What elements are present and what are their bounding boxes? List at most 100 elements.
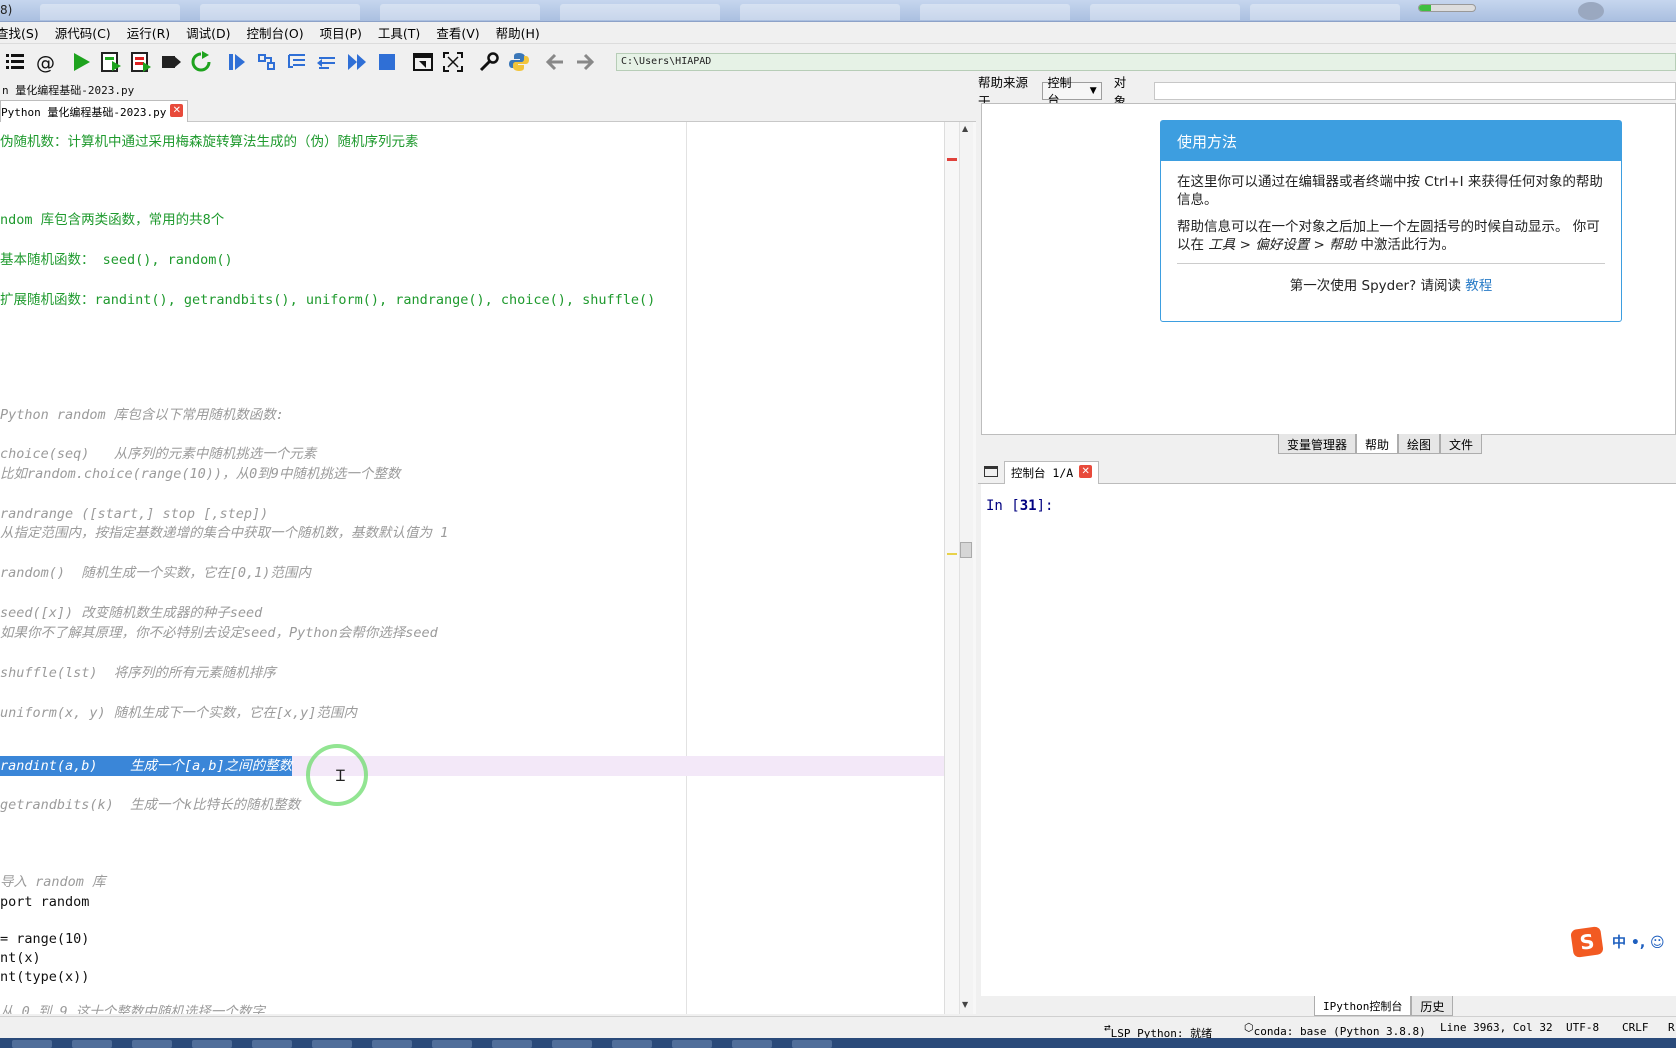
scrollbar-thumb[interactable] [960, 542, 972, 558]
code-line[interactable]: 扩展随机函数：randint(), getrandbits(), uniform… [0, 290, 655, 310]
tab-files[interactable]: 文件 [1440, 434, 1483, 454]
menu-source[interactable]: 源代码(C) [55, 23, 119, 42]
tutorial-link[interactable]: 教程 [1465, 278, 1492, 294]
console-pane-tab-bar: IPython控制台 历史 [1314, 996, 1454, 1016]
browser-tab[interactable] [1090, 4, 1240, 20]
rerun-icon[interactable] [186, 47, 216, 77]
code-line[interactable]: nt(type(x)) [0, 967, 89, 987]
help-pane: 使用方法 在这里你可以通过在编辑器或者终端中按 Ctrl+I 来获得任何对象的帮… [981, 103, 1676, 435]
tab-variable-explorer[interactable]: 变量管理器 [1278, 434, 1357, 454]
text-cursor-icon: Ɪ [336, 766, 345, 785]
maximize-pane-icon[interactable] [408, 47, 438, 77]
editor-tab[interactable]: Python 量化编程基础-2023.py ✕ [0, 100, 189, 122]
code-line[interactable]: ndom 库包含两类函数，常用的共8个 [0, 210, 224, 230]
code-line[interactable]: getrandbits(k) 生成一个k比特长的随机整数 [0, 795, 300, 815]
browser-tab[interactable] [200, 4, 360, 20]
browser-tab[interactable] [1250, 4, 1400, 20]
forward-arrow-icon[interactable] [570, 47, 600, 77]
profile-icon[interactable] [1578, 2, 1604, 20]
menu-project[interactable]: 项目(P) [320, 23, 370, 42]
run-cell-advance-icon[interactable] [126, 47, 156, 77]
browser-tab[interactable] [920, 4, 1070, 20]
help-source-select[interactable]: 控制台 ▼ [1042, 76, 1102, 107]
status-extra: R [1668, 1021, 1675, 1034]
usage-card: 使用方法 在这里你可以通过在编辑器或者终端中按 Ctrl+I 来获得任何对象的帮… [1160, 120, 1622, 322]
code-line[interactable]: seed([x]) 改变随机数生成器的种子seed [0, 603, 262, 623]
code-line[interactable]: = range(10) [0, 929, 89, 949]
browser-tab[interactable] [40, 4, 180, 20]
stop-icon[interactable] [372, 47, 402, 77]
menu-help[interactable]: 帮助(H) [496, 23, 548, 42]
run-icon[interactable] [66, 47, 96, 77]
fullscreen-icon[interactable] [438, 47, 468, 77]
at-symbol-icon[interactable]: @ [30, 47, 60, 77]
code-line[interactable]: port random [0, 892, 89, 912]
step-into-icon[interactable] [282, 47, 312, 77]
continue-icon[interactable] [342, 47, 372, 77]
menu-tools[interactable]: 工具(T) [378, 23, 428, 42]
code-line[interactable]: nt(x) [0, 948, 41, 968]
python-path-icon[interactable] [504, 47, 534, 77]
code-line[interactable]: randrange ([start,] stop [,step]) [0, 504, 268, 524]
browser-tab[interactable] [380, 4, 540, 20]
run-selection-icon[interactable] [156, 47, 186, 77]
tab-plots[interactable]: 绘图 [1398, 434, 1441, 454]
object-input[interactable] [1153, 82, 1676, 100]
code-line[interactable]: random() 随机生成一个实数，它在[0,1)范围内 [0, 563, 311, 583]
code-line[interactable]: 基本随机函数： seed(), random() [0, 250, 233, 270]
ime-toolbar[interactable]: S 中 •, ☺ [1570, 926, 1665, 958]
selected-code-line[interactable]: randint(a,b) 生成一个[a,b]之间的整数 [0, 756, 293, 776]
menu-search[interactable]: 查找(S) [0, 23, 47, 42]
edge-line [686, 122, 687, 1014]
browser-tab[interactable] [560, 4, 720, 20]
menu-console[interactable]: 控制台(O) [247, 23, 312, 42]
editor-tab-bar: Python 量化编程基础-2023.py ✕ [0, 98, 976, 214]
conda-status: ⬡ conda: base (Python 3.8.8) [1244, 1021, 1426, 1038]
code-editor[interactable]: 伪随机数：计算机中通过采用梅森旋转算法生成的（伪）随机序列元素 ndom 库包含… [0, 122, 944, 1014]
ipython-console[interactable]: In [31]: [981, 484, 1676, 996]
scroll-down-icon[interactable]: ▼ [962, 1000, 968, 1009]
chevron-down-icon: ▼ [1089, 86, 1097, 96]
browser-tab[interactable] [740, 4, 900, 20]
code-line[interactable]: 导入 random 库 [0, 872, 106, 892]
console-tab[interactable]: 控制台 1/A ✕ [1004, 461, 1100, 484]
code-line[interactable]: 从 0 到 9 这十个整数中随机选择一个数字 [0, 1002, 265, 1014]
tab-help[interactable]: 帮助 [1356, 434, 1399, 454]
debug-icon[interactable] [222, 47, 252, 77]
code-line[interactable]: shuffle(lst) 将序列的所有元素随机排序 [0, 663, 276, 683]
editor-scrollbar[interactable]: ▲ ▼ [944, 122, 976, 1014]
code-line[interactable]: 如果你不了解其原理，你不必特别去设定seed，Python会帮你选择seed [0, 623, 438, 643]
code-line[interactable]: choice(seq) 从序列的元素中随机挑选一个元素 [0, 444, 316, 464]
console-window-icon[interactable] [984, 466, 998, 477]
menu-debug[interactable]: 调试(D) [186, 23, 238, 42]
close-icon[interactable]: ✕ [1079, 465, 1093, 478]
os-taskbar [0, 1038, 1676, 1048]
window-title: 8) [0, 3, 13, 17]
menu-bar: 查找(S) 源代码(C) 运行(R) 调试(D) 控制台(O) 项目(P) 工具… [0, 22, 1676, 44]
step-icon[interactable] [252, 47, 282, 77]
tab-history[interactable]: 历史 [1411, 996, 1454, 1016]
close-icon[interactable]: ✕ [170, 104, 184, 117]
code-line[interactable]: 从指定范围内，按指定基数递增的集合中获取一个随机数，基数默认值为 1 [0, 523, 448, 543]
outline-list-icon[interactable] [0, 47, 30, 77]
line-endings: CRLF [1622, 1021, 1649, 1034]
console-prompt: In [31]: [986, 498, 1054, 514]
console-tab-bar: 控制台 1/A ✕ [978, 458, 1676, 484]
run-cell-icon[interactable] [96, 47, 126, 77]
sogou-logo-icon: S [1570, 926, 1604, 958]
scrollbar-track[interactable] [959, 122, 973, 1014]
code-line[interactable]: Python random 库包含以下常用随机数函数: [0, 405, 284, 425]
step-return-icon[interactable] [312, 47, 342, 77]
tab-ipython-console[interactable]: IPython控制台 [1314, 996, 1412, 1016]
working-directory-input[interactable]: C:\Users\HIAPAD [616, 53, 1676, 71]
menu-run[interactable]: 运行(R) [127, 23, 178, 42]
menu-view[interactable]: 查看(V) [436, 23, 487, 42]
code-line[interactable]: 比如random.choice(range(10))，从0到9中随机挑选一个整数 [0, 464, 400, 484]
code-line[interactable]: 伪随机数：计算机中通过采用梅森旋转算法生成的（伪）随机序列元素 [0, 132, 419, 152]
window-title-strip: 8) [0, 0, 1676, 22]
scroll-up-icon[interactable]: ▲ [962, 124, 968, 133]
code-line[interactable]: uniform(x, y) 随机生成下一个实数，它在[x,y]范围内 [0, 703, 357, 723]
lsp-status: ⇄ LSP Python: 就绪 [1104, 1021, 1213, 1040]
preferences-wrench-icon[interactable] [474, 47, 504, 77]
back-arrow-icon[interactable] [540, 47, 570, 77]
